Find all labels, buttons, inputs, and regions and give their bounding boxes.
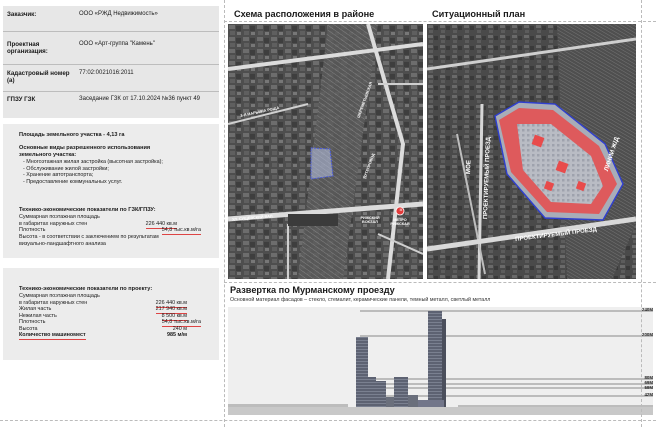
project-row-value: 985 м/м [167, 332, 187, 338]
land-use-item: Многоэтажная жилая застройка (высотная з… [23, 159, 163, 166]
info-column: Заказчик: ООО «РЖД Недвижимость» Проектн… [3, 6, 219, 422]
gzk-note: визуально-ландшафтного анализа [19, 240, 106, 247]
map-label: РИЖСКИЙ ВОКЗАЛ [360, 216, 380, 225]
project-sheet: Заказчик: ООО «РЖД Недвижимость» Проектн… [0, 0, 656, 427]
level-label: 240М [642, 307, 653, 312]
project-row-key: Количество машиномест [19, 332, 86, 340]
situation-plan-map: МОЕ ПРОЕКТИРУЕМЫЙ ПРОЕЗД ПРОЕКТИРУЕМЫЙ П… [427, 24, 636, 279]
level-label: 59М [644, 384, 653, 390]
guide-line [224, 0, 225, 427]
gzk-note: Высота - в соответствии с заключением по… [19, 234, 159, 240]
metro-icon: M [399, 208, 403, 212]
map-label: МОЕ [465, 159, 473, 175]
level-label: 200М [642, 332, 653, 337]
land-use-item: Обслуживание жилой застройки; [23, 166, 163, 173]
project-title: Технико-экономические показатели по прое… [19, 286, 153, 292]
cadastral-row: Кадастровый номер (а) 77:02:0021016:2011 [3, 65, 219, 92]
cadastral-value: 77:02:0021016:2011 [79, 70, 134, 76]
scheme-title: Схема расположения в районе [234, 9, 375, 19]
designer-label: Проектная организация: [7, 41, 48, 56]
map-label: МЕТРО РИЖСКАЯ [390, 218, 410, 227]
project-info-table: Заказчик: ООО «РЖД Недвижимость» Проектн… [3, 6, 219, 118]
guide-line [224, 282, 656, 283]
situation-title: Ситуационный план [432, 9, 526, 19]
project-indicators-block: Технико-экономические показатели по прое… [3, 268, 219, 360]
customer-label: Заказчик: [7, 11, 37, 18]
project-row: Количество машиномест 985 м/м [19, 332, 201, 340]
land-area: Площадь земельного участка - 4,13 га [19, 132, 125, 138]
district-scheme-map: 3-Я МАРЬИНА РОЩА ШЕРЕМЕТЬЕВСКАЯ УЛ. СУЩЕ… [228, 24, 423, 279]
elevation-title: Развертка по Мурманскому проезду [230, 285, 395, 295]
land-use-item: Предоставление коммунальных услуг. [23, 179, 163, 186]
gpzu-label: ГПЗУ ГЗК [7, 96, 36, 103]
guide-line [641, 0, 642, 427]
guide-line [224, 21, 656, 22]
land-use-item: Хранение автотранспорта; [23, 172, 163, 179]
gzk-row: Плотность 54,8 тыс.кв.м/га [19, 227, 201, 235]
land-uses-title: Основные виды разрешенного использования… [19, 145, 151, 158]
elevation-subtitle: Основной материал фасадов – стекло, стем… [230, 297, 491, 303]
customer-row: Заказчик: ООО «РЖД Недвижимость» [3, 6, 219, 32]
land-uses-list: Многоэтажная жилая застройка (высотная з… [23, 159, 163, 185]
level-label: 42М [644, 392, 653, 397]
gzk-row-key: Плотность [19, 227, 46, 233]
cadastral-label: Кадастровый номер (а) [7, 70, 70, 85]
designer-row: Проектная организация: ООО «Арт-группа "… [3, 32, 219, 65]
facade-elevation: 240М 200М 80М 69М 59М 42М [228, 307, 653, 415]
land-use-block: Площадь земельного участка - 4,13 га Осн… [3, 124, 219, 202]
gpzu-value: Заседание ГЗК от 17.10.2024 №36 пункт 49 [79, 96, 201, 102]
gzk-indicators-block: Технико-экономические показатели по ГЗК/… [3, 202, 219, 258]
customer-value: ООО «РЖД Недвижимость» [79, 11, 158, 17]
gzk-row-value: 54,8 тыс.кв.м/га [161, 227, 201, 235]
gpzu-row: ГПЗУ ГЗК Заседание ГЗК от 17.10.2024 №36… [3, 92, 219, 118]
guide-line [0, 420, 656, 421]
facade-elevation-drawing [228, 310, 653, 415]
district-scheme-image [228, 24, 423, 279]
designer-value: ООО «Арт-группа "Камень" [79, 41, 155, 47]
gzk-title: Технико-экономические показатели по ГЗК/… [19, 207, 156, 213]
